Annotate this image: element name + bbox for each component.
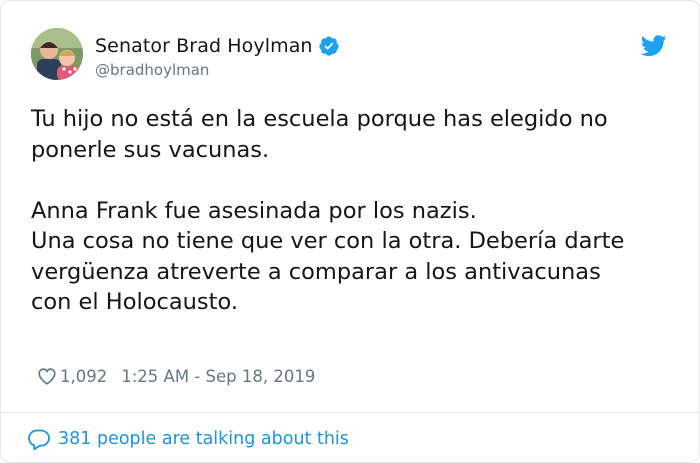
timestamp[interactable]: 1:25 AM - Sep 18, 2019 xyxy=(121,367,315,386)
author-names: Senator Brad Hoylman @bradhoylman xyxy=(95,33,340,79)
divider xyxy=(1,412,700,413)
tweet-header: Senator Brad Hoylman @bradhoylman xyxy=(31,28,681,88)
tweet-text: Tu hijo no está en la escuela porque has… xyxy=(31,106,625,315)
verified-badge-icon xyxy=(318,35,340,57)
conversation-link[interactable]: 381 people are talking about this xyxy=(27,426,349,452)
name-row: Senator Brad Hoylman xyxy=(95,33,340,59)
conversation-label: 381 people are talking about this xyxy=(58,429,349,449)
twitter-bird-icon[interactable] xyxy=(640,35,667,57)
speech-bubble-icon xyxy=(27,427,51,451)
tweet-meta: 1,092 1:25 AM - Sep 18, 2019 xyxy=(36,363,315,389)
handle[interactable]: @bradhoylman xyxy=(95,61,340,79)
heart-icon[interactable] xyxy=(36,365,58,387)
like-count[interactable]: 1,092 xyxy=(60,367,107,386)
display-name[interactable]: Senator Brad Hoylman xyxy=(95,35,313,57)
tweet-card: Senator Brad Hoylman @bradhoylman Tu hij… xyxy=(0,0,700,463)
avatar[interactable] xyxy=(31,28,83,80)
